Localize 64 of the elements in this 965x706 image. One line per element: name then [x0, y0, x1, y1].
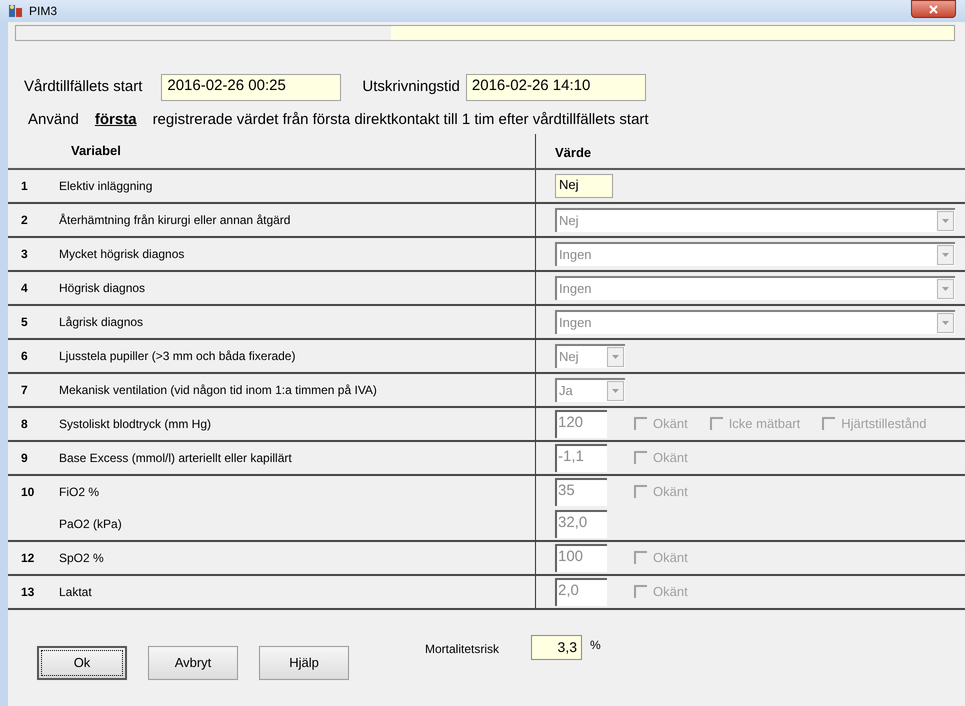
variable-label: Base Excess (mmol/l) arteriellt eller kapillärt: [59, 450, 292, 466]
row-number: 10: [21, 484, 34, 500]
checkbox-label: Okänt: [653, 548, 688, 567]
variable-label: PaO2 (kPa): [59, 516, 122, 532]
checkbox-label: Icke mätbart: [728, 414, 800, 433]
caret-icon: [942, 252, 949, 256]
start-label: Vårdtillfällets start: [24, 77, 142, 98]
row-number: 8: [21, 416, 28, 432]
column-header: Variabel: [71, 142, 121, 158]
row-number: 9: [21, 450, 28, 466]
row-number: 12: [21, 550, 34, 566]
variable-label: Ljusstela pupiller (>3 mm och båda fixerade): [59, 348, 296, 364]
variable-label: Elektiv inläggning: [59, 178, 152, 194]
caret-icon: [612, 388, 619, 392]
row-number: 3: [21, 246, 28, 262]
instruction-text: Använd: [28, 110, 79, 130]
variable-label: Återhämtning från kirurgi eller annan åtgärd: [59, 212, 290, 228]
checkbox-label: Hjärtstillestånd: [841, 414, 926, 433]
dropdown-value: Ingen: [558, 280, 592, 298]
percent-unit: %: [590, 636, 601, 654]
window-title: PIM3: [29, 3, 58, 20]
dropdown-value: Nej: [558, 212, 579, 230]
variable-label: Högrisk diagnos: [59, 280, 146, 296]
caret-icon: [942, 320, 949, 324]
variable-label: Mekanisk ventilation (vid någon tid inom 1:a timmen på IVA): [59, 382, 377, 398]
dialog-button[interactable]: Ok: [37, 646, 127, 680]
checkbox-label: Okänt: [653, 414, 688, 433]
column-header: Värde: [555, 144, 592, 162]
row-number: 4: [21, 280, 28, 296]
variable-label: Systoliskt blodtryck (mm Hg): [59, 416, 212, 432]
dropdown-value: Ingen: [558, 314, 592, 332]
variable-label: Lågrisk diagnos: [59, 314, 144, 330]
row-number: 2: [21, 212, 28, 228]
dialog-button[interactable]: Hjälp: [259, 646, 349, 680]
instruction-text: registrerade värdet från första direktkontakt till 1 tim efter vårdtillfällets start: [152, 110, 649, 130]
dropdown-value: Ingen: [558, 246, 592, 264]
row-number: 1: [21, 178, 28, 194]
mortality-field: 3,3: [531, 634, 582, 660]
app-icon: [8, 3, 24, 19]
variable-label: FiO2 %: [59, 484, 100, 500]
row-number: 6: [21, 348, 28, 364]
discharge-label: Utskrivningstid: [362, 77, 460, 98]
value-field[interactable]: Nej: [555, 174, 613, 198]
variable-label: Mycket högrisk diagnos: [59, 246, 184, 262]
emphasis-text: första: [94, 110, 137, 130]
dialog-button[interactable]: Avbryt: [148, 646, 238, 680]
dropdown-value: Nej: [558, 348, 579, 366]
start-field[interactable]: 2016-02-26 00:25: [161, 74, 342, 101]
close-icon: [929, 4, 938, 14]
close-button[interactable]: [911, 0, 956, 18]
checkbox-label: Okänt: [653, 448, 688, 467]
caret-icon: [942, 286, 949, 290]
variable-label: Laktat: [59, 584, 92, 600]
checkbox-label: Okänt: [653, 482, 688, 501]
caret-icon: [612, 354, 619, 358]
row-number: 5: [21, 314, 28, 330]
row-number: 13: [21, 584, 34, 600]
row-number: 7: [21, 382, 28, 398]
dropdown-value: Ja: [558, 382, 573, 400]
caret-icon: [942, 218, 949, 222]
mortality-label: Mortalitetsrisk: [425, 640, 500, 658]
checkbox-label: Okänt: [653, 582, 688, 601]
discharge-field[interactable]: 2016-02-26 14:10: [466, 74, 646, 101]
variable-label: SpO2 %: [59, 550, 104, 566]
